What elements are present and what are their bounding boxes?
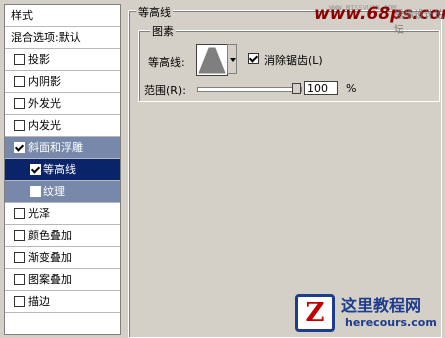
style-item-label: 颜色叠加 bbox=[28, 229, 72, 242]
style-item-label: 混合选项:默认 bbox=[11, 31, 81, 44]
contour-checkbox[interactable] bbox=[30, 164, 41, 175]
styles-header[interactable]: 样式 bbox=[5, 5, 120, 27]
range-slider-track[interactable] bbox=[197, 87, 302, 92]
inner-glow-checkbox[interactable] bbox=[14, 120, 25, 131]
logo-domain: herecours.com bbox=[345, 316, 437, 329]
stroke-checkbox[interactable] bbox=[14, 296, 25, 307]
texture-checkbox[interactable] bbox=[30, 186, 41, 197]
style-item-gradient-overlay[interactable]: 渐变叠加 bbox=[5, 247, 120, 269]
contour-preview[interactable] bbox=[196, 44, 228, 76]
contour-curve-icon bbox=[198, 47, 226, 74]
style-item-label: 斜面和浮雕 bbox=[28, 141, 83, 154]
contour-settings-panel: 等高线 图素 等高线: 消除锯齿(L) 范围(R): 100 % WWW.MIS… bbox=[124, 0, 445, 338]
contour-group-title: 等高线 bbox=[136, 4, 173, 20]
style-item-inner-glow[interactable]: 内发光 bbox=[5, 115, 120, 137]
anti-alias-label: 消除锯齿(L) bbox=[264, 54, 323, 67]
style-item-contour[interactable]: 等高线 bbox=[5, 159, 120, 181]
satin-checkbox[interactable] bbox=[14, 208, 25, 219]
gradient-overlay-checkbox[interactable] bbox=[14, 252, 25, 263]
herecours-logo: Z 这里教程网 herecours.com bbox=[295, 290, 445, 335]
contour-label: 等高线: bbox=[148, 56, 185, 69]
style-item-label: 描边 bbox=[28, 295, 50, 308]
outer-glow-checkbox[interactable] bbox=[14, 98, 25, 109]
style-item-satin[interactable]: 光泽 bbox=[5, 203, 120, 225]
elements-group-title: 图素 bbox=[150, 23, 176, 39]
style-item-label: 光泽 bbox=[28, 207, 50, 220]
styles-list: 样式 混合选项:默认 投影 内阴影 外发光 内发光 斜面和浮雕 等高线 纹理 光… bbox=[4, 4, 121, 335]
style-item-label: 渐变叠加 bbox=[28, 251, 72, 264]
style-item-bevel-emboss[interactable]: 斜面和浮雕 bbox=[5, 137, 120, 159]
style-item-drop-shadow[interactable]: 投影 bbox=[5, 49, 120, 71]
style-item-blending-options[interactable]: 混合选项:默认 bbox=[5, 27, 120, 49]
range-slider-thumb[interactable] bbox=[292, 83, 301, 94]
style-item-label: 纹理 bbox=[43, 185, 65, 198]
style-item-label: 图案叠加 bbox=[28, 273, 72, 286]
style-item-label: 投影 bbox=[28, 53, 50, 66]
watermark-cn: 思缘设计论坛 bbox=[394, 10, 444, 36]
style-item-inner-shadow[interactable]: 内阴影 bbox=[5, 71, 120, 93]
pattern-overlay-checkbox[interactable] bbox=[14, 274, 25, 285]
color-overlay-checkbox[interactable] bbox=[14, 230, 25, 241]
styles-header-label: 样式 bbox=[11, 9, 33, 22]
style-item-color-overlay[interactable]: 颜色叠加 bbox=[5, 225, 120, 247]
logo-name: 这里教程网 bbox=[341, 296, 422, 315]
range-unit: % bbox=[346, 82, 357, 95]
range-input[interactable]: 100 bbox=[304, 81, 338, 95]
style-item-label: 等高线 bbox=[43, 163, 76, 176]
contour-dropdown-button[interactable] bbox=[227, 44, 237, 74]
style-item-pattern-overlay[interactable]: 图案叠加 bbox=[5, 269, 120, 291]
style-item-stroke[interactable]: 描边 bbox=[5, 291, 120, 313]
drop-shadow-checkbox[interactable] bbox=[14, 54, 25, 65]
style-item-label: 内发光 bbox=[28, 119, 61, 132]
inner-shadow-checkbox[interactable] bbox=[14, 76, 25, 87]
range-label: 范围(R): bbox=[144, 84, 186, 97]
anti-alias-checkbox[interactable] bbox=[248, 53, 259, 64]
bevel-emboss-checkbox[interactable] bbox=[14, 142, 25, 153]
style-item-label: 内阴影 bbox=[28, 75, 61, 88]
style-item-label: 外发光 bbox=[28, 97, 61, 110]
style-item-texture[interactable]: 纹理 bbox=[5, 181, 120, 203]
style-item-outer-glow[interactable]: 外发光 bbox=[5, 93, 120, 115]
logo-z-icon: Z bbox=[295, 294, 335, 332]
